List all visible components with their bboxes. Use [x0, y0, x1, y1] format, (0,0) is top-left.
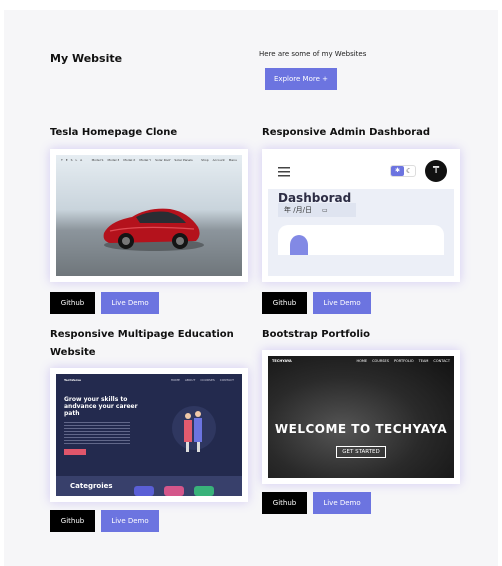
education-nav-item: ABOUT	[184, 378, 196, 382]
category-chip	[194, 486, 214, 496]
education-nav-item: CONTACT	[219, 378, 234, 382]
tesla-nav-item: Menu	[228, 157, 237, 162]
bootstrap-headline: WELCOME TO TECHYAYA	[274, 422, 448, 436]
moon-icon: ☾	[406, 167, 413, 175]
bootstrap-github-button[interactable]: Github	[262, 492, 307, 514]
bootstrap-nav: TECHYAYA HOME COURSES PORTFOLIO TEAM CON…	[268, 356, 454, 366]
project-title-education: Responsive Multipage Education Website	[50, 329, 234, 358]
tesla-nav-item: Shop	[201, 157, 209, 162]
education-nav-item: HOME	[170, 378, 180, 382]
tesla-nav-item: Solar Roof	[155, 157, 171, 162]
explore-more-button[interactable]: Explore More +	[265, 68, 337, 90]
avatar-logo-icon: ₸	[425, 160, 447, 182]
page: My Website Here are some of my Websites …	[4, 10, 498, 566]
education-hero-text: Grow your skills to andvance your career…	[64, 396, 138, 417]
site-title: My Website	[50, 52, 123, 65]
education-github-button[interactable]: Github	[50, 510, 95, 532]
tesla-nav-item: Model S	[91, 157, 104, 162]
admin-topbar: ✱ ☾ ₸	[268, 155, 454, 189]
education-categories-title: Categroies	[70, 482, 113, 490]
tesla-nav-item: Model Y	[139, 157, 152, 162]
admin-card-icon	[290, 235, 308, 255]
bootstrap-screenshot: TECHYAYA HOME COURSES PORTFOLIO TEAM CON…	[268, 356, 454, 478]
intro-text: Here are some of my Websites	[259, 50, 367, 58]
project-title-bootstrap: Bootstrap Portfolio	[262, 329, 371, 340]
category-chip	[134, 486, 154, 496]
admin-screenshot: ✱ ☾ ₸ Dashborad 年 /月/日 ▭	[268, 155, 454, 276]
admin-card	[278, 225, 444, 255]
project-card-bootstrap[interactable]: TECHYAYA HOME COURSES PORTFOLIO TEAM CON…	[262, 350, 460, 484]
tesla-nav-item: Model 3	[107, 157, 120, 162]
tesla-nav: T E S L A Model S Model 3 Model X Model …	[56, 155, 242, 164]
education-screenshot: TechVerse HOME ABOUT COURSES CONTACT Gro…	[56, 374, 242, 496]
education-illustration	[172, 406, 216, 452]
hamburger-icon	[278, 167, 290, 177]
admin-github-button[interactable]: Github	[262, 292, 307, 314]
bootstrap-nav-item: CONTACT	[433, 359, 450, 363]
tesla-nav-item: Model X	[123, 157, 136, 162]
education-live-demo-button[interactable]: Live Demo	[101, 510, 159, 532]
bootstrap-nav-item: TEAM	[418, 359, 429, 363]
category-chip	[164, 486, 184, 496]
project-title-tesla: Tesla Homepage Clone	[50, 127, 178, 138]
education-brand: TechVerse	[64, 378, 82, 382]
bootstrap-nav-item: HOME	[356, 359, 368, 363]
tesla-screenshot: T E S L A Model S Model 3 Model X Model …	[56, 155, 242, 276]
bootstrap-nav-item: COURSES	[372, 359, 389, 363]
project-title-admin: Responsive Admin Dashborad	[262, 127, 431, 138]
sun-icon: ✱	[391, 166, 404, 176]
tesla-logo: T E S L A	[61, 157, 84, 162]
bootstrap-brand: TECHYAYA	[272, 359, 292, 363]
tesla-nav-item: Account	[212, 157, 225, 162]
calendar-icon: ▭	[321, 206, 328, 214]
tesla-github-button[interactable]: Github	[50, 292, 95, 314]
bootstrap-live-demo-button[interactable]: Live Demo	[313, 492, 371, 514]
education-nav: TechVerse HOME ABOUT COURSES CONTACT	[56, 374, 242, 386]
education-cta-button	[64, 449, 86, 455]
project-card-education[interactable]: TechVerse HOME ABOUT COURSES CONTACT Gro…	[50, 368, 248, 502]
tesla-nav-item: Solar Panels	[174, 157, 193, 162]
admin-date-field: 年 /月/日 ▭	[278, 203, 356, 217]
tesla-live-demo-button[interactable]: Live Demo	[101, 292, 159, 314]
theme-toggle: ✱ ☾	[390, 165, 416, 177]
project-card-admin[interactable]: ✱ ☾ ₸ Dashborad 年 /月/日 ▭	[262, 149, 460, 282]
education-paragraph-lines	[64, 422, 130, 444]
education-categories-bar: Categroies	[56, 476, 242, 496]
admin-date-text: 年 /月/日	[284, 206, 312, 214]
project-card-tesla[interactable]: T E S L A Model S Model 3 Model X Model …	[50, 149, 248, 282]
admin-live-demo-button[interactable]: Live Demo	[313, 292, 371, 314]
bootstrap-cta: GET STARTED	[336, 446, 386, 458]
bootstrap-nav-item: PORTFOLIO	[393, 359, 414, 363]
red-car-image	[103, 208, 204, 251]
education-nav-item: COURSES	[200, 378, 215, 382]
